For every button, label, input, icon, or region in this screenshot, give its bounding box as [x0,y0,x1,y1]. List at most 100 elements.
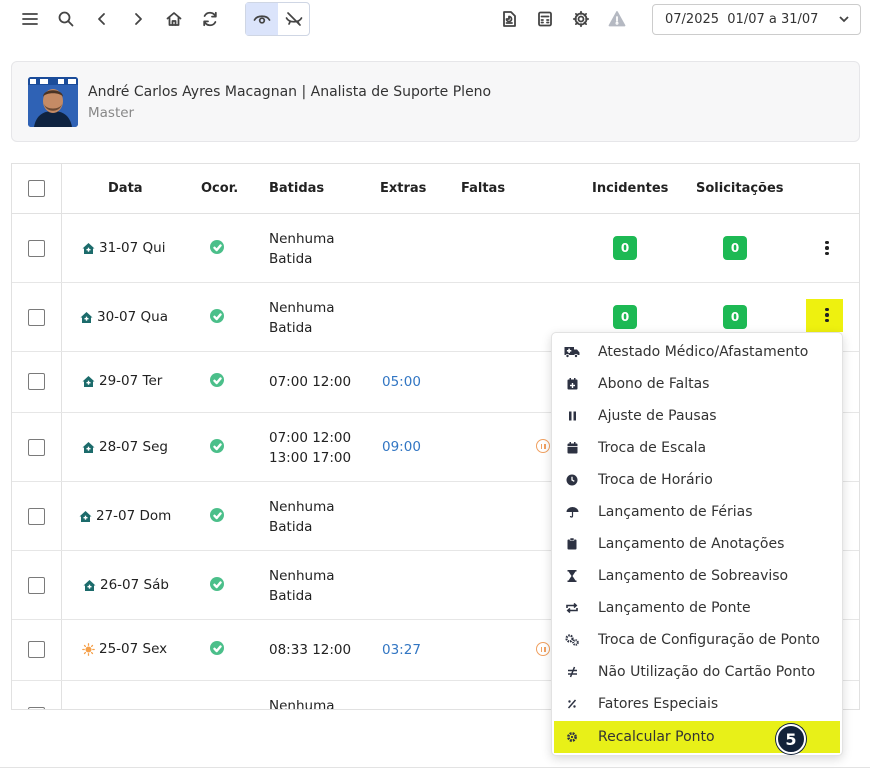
menu-item-troca-horario[interactable]: Troca de Horário [552,464,842,496]
menu-item-recalcular[interactable]: Recalcular Ponto 5 [554,721,840,754]
row-batidas: Nenhuma Batida [269,229,335,269]
row-checkbox[interactable] [28,641,45,658]
row-date: 26-07 Sáb [83,577,169,593]
header-incidentes[interactable]: Incidentes [592,181,668,196]
row-extras: 05:00 [382,374,421,390]
repeat-icon [564,600,580,616]
batida-line: Nenhuma [269,231,335,247]
pause-icon [564,408,580,424]
row-checkbox[interactable] [28,508,45,525]
forward-icon[interactable] [123,4,153,34]
refresh-icon[interactable] [195,4,225,34]
calculator-icon[interactable] [530,4,560,34]
row-batidas: 08:33 12:00 [269,640,351,660]
menu-item-sobreaviso[interactable]: Lançamento de Sobreaviso [552,560,842,592]
row-actions-kebab-icon[interactable] [820,305,834,325]
row-date: 28-07 Seg [82,439,168,455]
row-date-label: 30-07 Qua [97,309,168,325]
check-icon [210,641,224,655]
menu-icon[interactable] [15,4,45,34]
not-equal-icon [564,664,580,680]
user-name: André Carlos Ayres Macagnan | Analista d… [88,84,492,100]
user-card: André Carlos Ayres Macagnan | Analista d… [11,61,860,142]
avatar [28,77,78,127]
row-date-label: 26-07 Sáb [100,577,169,593]
home-icon [82,242,95,255]
row-checkbox[interactable] [28,240,45,257]
row-date: 27-07 Dom [79,508,171,524]
row-batidas: 07:00 12:00 13:00 17:00 [269,428,351,468]
pause-circle-icon[interactable] [536,439,550,453]
menu-item-label: Recalcular Ponto [598,729,715,745]
menu-item-ferias[interactable]: Lançamento de Férias [552,496,842,528]
row-batidas: Nenhuma Batida [269,298,335,338]
row-checkbox[interactable] [28,577,45,594]
incidentes-badge[interactable]: 0 [613,236,637,260]
menu-item-label: Lançamento de Sobreaviso [598,568,789,584]
header-data[interactable]: Data [108,181,143,196]
menu-item-config-ponto[interactable]: Troca de Configuração de Ponto [552,624,842,656]
menu-item-troca-escala[interactable]: Troca de Escala [552,432,842,464]
period-value: 07/2025 01/07 a 31/07 [665,12,819,27]
row-checkbox[interactable] [28,439,45,456]
percent-icon [564,696,580,712]
sun-icon [82,642,95,656]
row-extras: 03:27 [382,642,421,658]
menu-item-atestado[interactable]: Atestado Médico/Afastamento [552,336,842,368]
row-actions-kebab-icon[interactable] [820,238,834,258]
calendar-icon [564,440,580,456]
solicitacoes-badge[interactable]: 0 [723,305,747,329]
batida-line: 07:00 12:00 [269,374,352,390]
menu-item-anotacoes[interactable]: Lançamento de Anotações [552,528,842,560]
clipboard-icon [564,536,580,552]
row-checkbox[interactable] [28,373,45,390]
home-icon [82,441,95,454]
search-icon[interactable] [51,4,81,34]
menu-item-fatores[interactable]: Fatores Especiais [552,688,842,720]
row-checkbox[interactable] [28,707,45,709]
eye-off-icon[interactable] [278,3,310,35]
batida-line: Nenhuma [269,568,335,584]
solicitacoes-badge[interactable]: 0 [723,236,747,260]
row-date-label: 31-07 Qui [99,240,166,256]
check-icon [210,508,224,522]
cogs-icon [564,632,580,648]
table-header: Data Ocor. Batidas Extras Faltas Inciden… [12,164,859,214]
menu-item-label: Troca de Configuração de Ponto [598,632,820,648]
menu-item-ajuste-pausas[interactable]: Ajuste de Pausas [552,400,842,432]
hourglass-icon [564,568,580,584]
header-faltas[interactable]: Faltas [461,181,505,196]
menu-item-label: Lançamento de Anotações [598,536,785,552]
menu-item-label: Lançamento de Férias [598,504,753,520]
menu-item-nao-utilizacao[interactable]: Não Utilização do Cartão Ponto [552,656,842,688]
header-batidas[interactable]: Batidas [269,181,324,196]
eye-icon[interactable] [246,3,278,35]
batida-line: 08:33 12:00 [269,642,352,658]
select-all-checkbox[interactable] [28,180,45,197]
table-row[interactable]: 31-07 Qui Nenhuma Batida 0 0 [12,214,859,283]
row-date: 30-07 Qua [80,309,168,325]
period-select[interactable]: 07/2025 01/07 a 31/07 [652,4,861,35]
menu-item-ponte[interactable]: Lançamento de Ponte [552,592,842,624]
gear-icon[interactable] [566,4,596,34]
header-extras[interactable]: Extras [380,181,426,196]
menu-item-label: Lançamento de Ponte [598,600,751,616]
menu-item-label: Fatores Especiais [598,696,719,712]
row-extras: 09:00 [382,439,421,455]
row-date-label: 29-07 Ter [99,373,163,389]
row-date-label: 28-07 Seg [99,439,168,455]
menu-item-label: Abono de Faltas [598,376,710,392]
report-icon[interactable] [494,4,524,34]
gear-icon [564,729,580,745]
check-icon [210,240,224,254]
home-icon[interactable] [159,4,189,34]
warning-icon[interactable] [602,4,632,34]
menu-item-abono[interactable]: Abono de Faltas [552,368,842,400]
row-checkbox[interactable] [28,309,45,326]
incidentes-badge[interactable]: 0 [613,305,637,329]
ambulance-icon [564,344,580,360]
back-icon[interactable] [87,4,117,34]
pause-circle-icon[interactable] [536,642,550,656]
header-solicitacoes[interactable]: Solicitações [696,181,784,196]
header-ocor[interactable]: Ocor. [201,181,238,196]
